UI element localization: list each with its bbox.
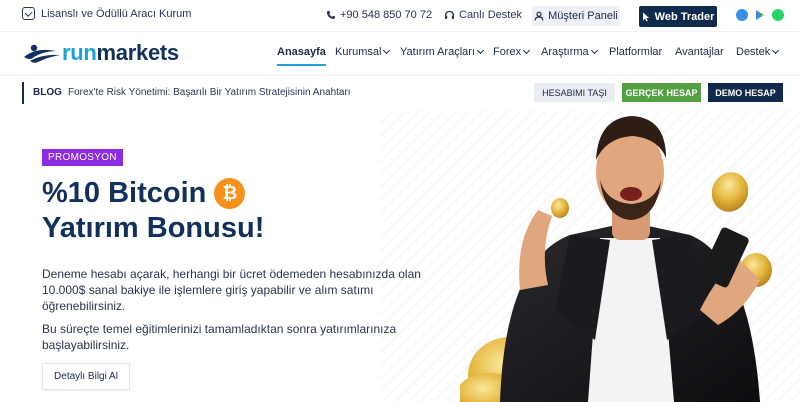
client-panel-button[interactable]: Müşteri Paneli — [532, 6, 620, 26]
nav-item-label: Anasayfa — [277, 46, 326, 58]
nav-item-label: Forex — [493, 46, 522, 58]
real-account-button[interactable]: GERÇEK HESAP — [622, 83, 701, 102]
hero-man-with-bitcoins-illustration — [460, 116, 772, 402]
bitcoin-coin — [711, 172, 749, 212]
chevron-down-icon — [523, 46, 531, 55]
hero-description-secondary: Bu süreçte temel eğitimlerinizi tamamlad… — [42, 322, 397, 352]
chevron-down-icon — [476, 46, 485, 55]
nav-item-corporate[interactable]: Kurumsal — [335, 46, 391, 58]
phone-link[interactable]: +90 548 850 70 72 — [326, 9, 432, 21]
blog-label: BLOG — [33, 87, 62, 98]
nav-item-label: Araştırma — [541, 46, 589, 58]
nav-item-label: Destek — [736, 46, 771, 58]
chevron-down-icon — [590, 46, 598, 55]
nav-item-label: Yatırım Araçları — [400, 46, 475, 58]
mouth — [620, 187, 642, 201]
nav-item-research[interactable]: Araştırma — [541, 46, 598, 58]
license-badge-icon — [22, 7, 35, 20]
logo-swoosh-icon — [24, 44, 60, 63]
cursor-icon — [642, 12, 649, 21]
nav-item-label: Platformlar — [609, 46, 663, 58]
whatsapp-icon[interactable] — [772, 9, 784, 21]
web-trader-button[interactable]: Web Trader — [639, 6, 717, 27]
nav-item-home[interactable]: Anasayfa — [277, 46, 326, 66]
client-panel-label: Müşteri Paneli — [548, 10, 618, 22]
promo-badge: PROMOSYON — [42, 149, 123, 166]
nav-item-forex[interactable]: Forex — [493, 46, 531, 58]
headset-icon — [444, 10, 455, 19]
bitcoin-icon: ₿ — [214, 178, 246, 209]
details-button[interactable]: Detaylı Bilgi Al — [42, 363, 130, 390]
live-support-link[interactable]: Canlı Destek — [444, 9, 522, 21]
nav-item-advantages[interactable]: Avantajlar — [675, 46, 724, 58]
app-store-icon[interactable] — [736, 9, 748, 21]
chevron-down-icon — [772, 46, 780, 55]
phone-number: +90 548 850 70 72 — [340, 9, 433, 21]
runmarkets-logo[interactable]: runmarkets — [22, 40, 179, 66]
phone-icon — [327, 11, 335, 19]
nav-item-label: Avantajlar — [675, 46, 724, 58]
hero-title-line1: %10 Bitcoin ₿ — [42, 177, 246, 210]
user-icon — [534, 11, 544, 21]
google-play-icon[interactable] — [754, 9, 766, 21]
move-account-button[interactable]: HESABIMI TAŞI — [534, 83, 615, 102]
live-support-label: Canlı Destek — [459, 9, 522, 21]
blog-headline-link[interactable]: Forex'te Risk Yönetimi: Başarılı Bir Yat… — [68, 87, 351, 98]
demo-account-button[interactable]: DEMO HESAP — [708, 83, 783, 102]
license-info: Lisanslı ve Ödüllü Aracı Kurum — [22, 7, 191, 20]
blog-ticker: BLOG Forex'te Risk Yönetimi: Başarılı Bi… — [22, 82, 783, 104]
nav-item-support[interactable]: Destek — [736, 46, 780, 58]
logo-text-markets: markets — [96, 40, 180, 65]
nav-item-investment-tools[interactable]: Yatırım Araçları — [400, 46, 485, 58]
hero-description: Deneme hesabı açarak, herhangi bir ücret… — [42, 267, 421, 313]
hero-banner: PROMOSYON %10 Bitcoin ₿ Yatırım Bonusu! … — [0, 110, 800, 402]
web-trader-label: Web Trader — [654, 10, 715, 23]
hero-title-line2: Yatırım Bonusu! — [42, 212, 265, 244]
license-text: Lisanslı ve Ödüllü Aracı Kurum — [41, 7, 192, 20]
top-bar: Lisanslı ve Ödüllü Aracı Kurum +90 548 8… — [0, 0, 800, 32]
chevron-down-icon — [383, 46, 391, 55]
nav-item-platforms[interactable]: Platformlar — [609, 46, 662, 58]
main-navigation: runmarkets Anasayfa Kurumsal Yatırım Ara… — [0, 32, 800, 76]
logo-text-run: run — [62, 40, 97, 65]
hero-title-text: %10 Bitcoin — [42, 177, 207, 209]
nav-item-label: Kurumsal — [335, 46, 382, 58]
bitcoin-coin — [551, 198, 569, 218]
